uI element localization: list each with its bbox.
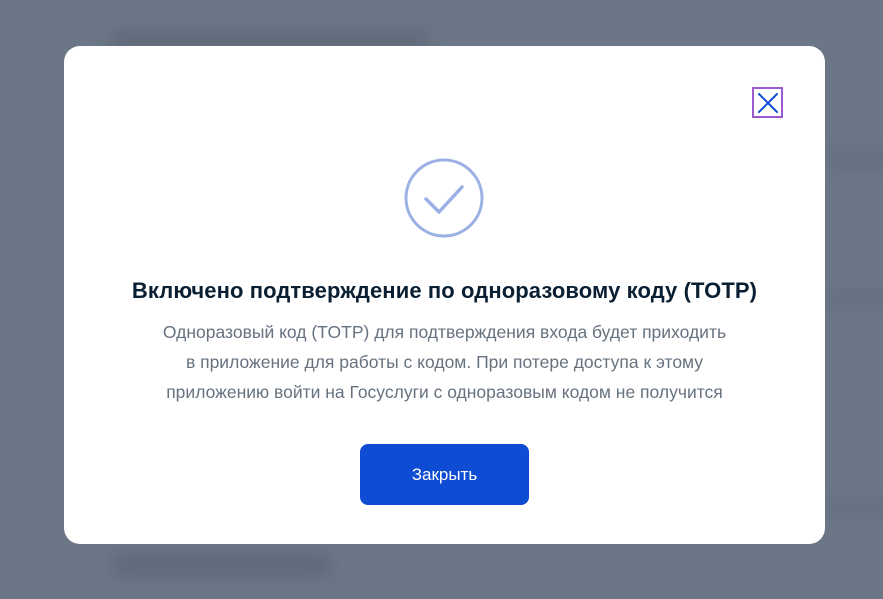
modal-description-line: приложению войти на Госуслуги с одноразо… <box>166 382 723 402</box>
modal-title: Включено подтверждение по одноразовому к… <box>131 278 758 303</box>
blurred-page-element <box>826 290 883 306</box>
close-icon <box>757 92 778 113</box>
check-circle-icon <box>404 158 484 238</box>
blurred-page-element <box>826 150 883 168</box>
modal-close-button[interactable] <box>752 87 783 118</box>
blurred-page-element <box>826 500 883 516</box>
totp-enabled-modal: Включено подтверждение по одноразовому к… <box>64 46 825 544</box>
modal-description: Одноразовый код (TOTP) для подтверждения… <box>124 317 765 407</box>
blurred-page-link <box>112 552 332 578</box>
modal-description-line: Одноразовый код (TOTP) для подтверждения… <box>162 322 727 342</box>
modal-description-line: в приложение для работы с кодом. При пот… <box>185 352 704 372</box>
close-button[interactable]: Закрыть <box>360 444 529 505</box>
